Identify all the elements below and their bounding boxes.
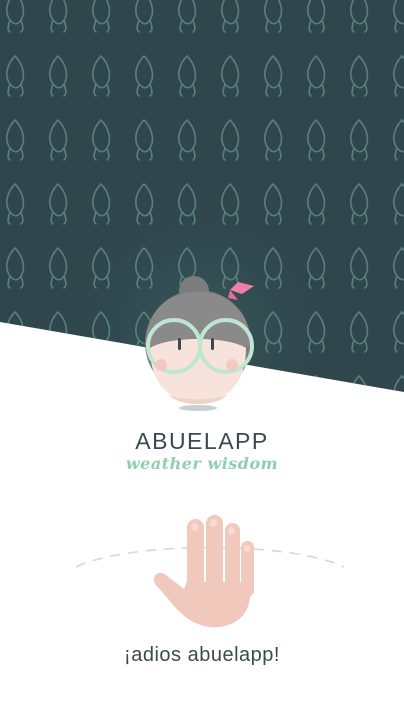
waving-hand-icon[interactable] xyxy=(70,505,350,635)
grandma-face-icon xyxy=(145,276,254,411)
goodbye-text: ¡adios abuelapp! xyxy=(124,644,280,666)
app-title: ABUELAPP xyxy=(135,428,269,454)
app-tagline: weather wisdom xyxy=(125,454,279,473)
splash-screen: ABUELAPP weather wisdom ¡adios abuelapp! xyxy=(0,0,404,720)
